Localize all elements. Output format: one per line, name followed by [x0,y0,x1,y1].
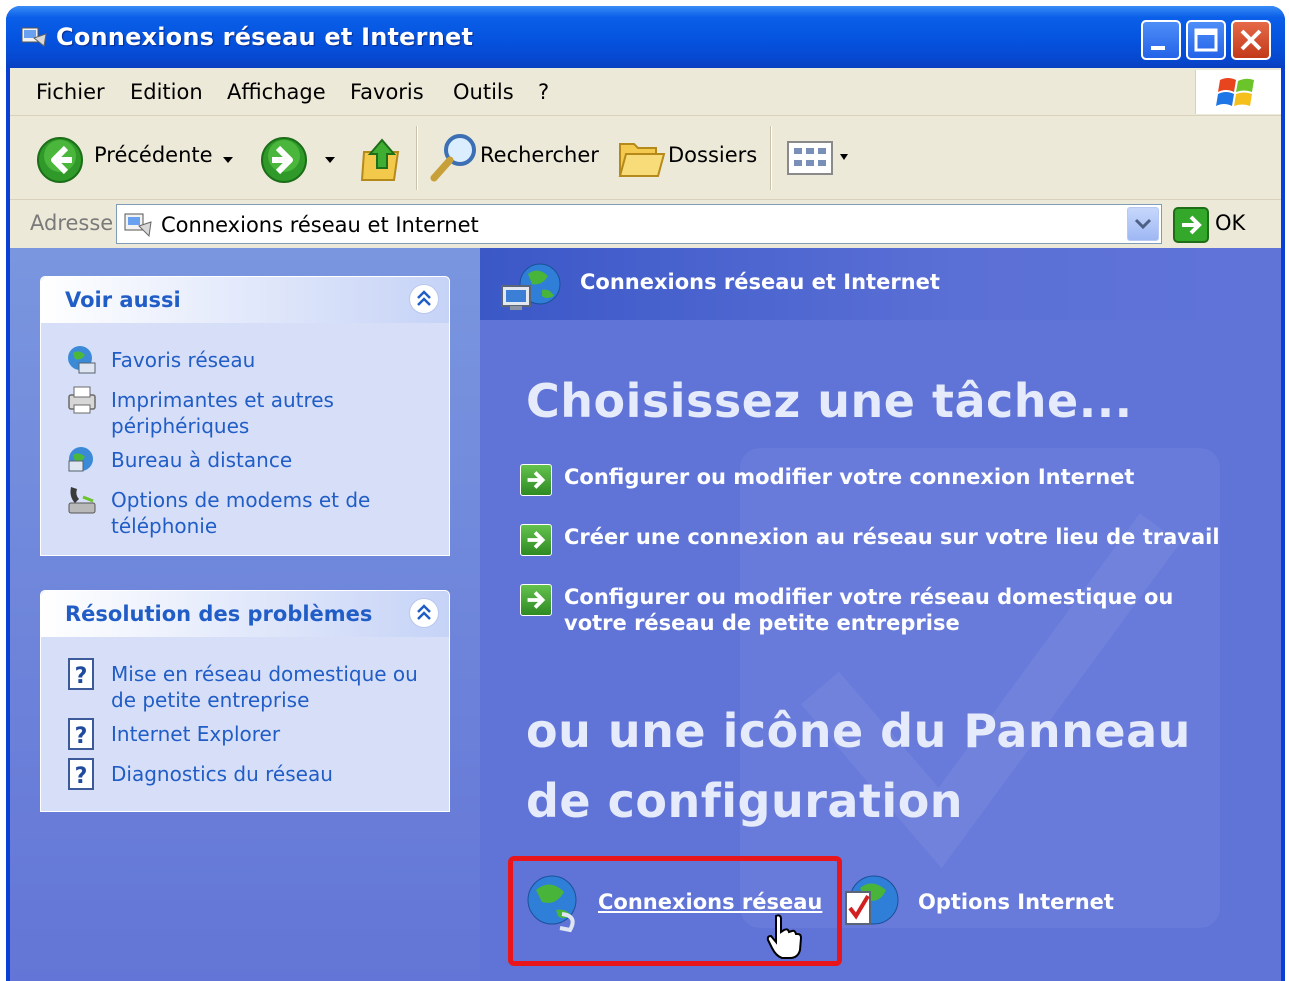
close-icon [1240,29,1262,51]
chevron-up-double-icon [417,290,431,306]
svg-text:?: ? [75,664,88,689]
address-bar: Adresse Connexions réseau et Internet OK [10,200,1281,248]
heading-control-panel-icon: ou une icône du Panneau de configuration [526,704,1191,828]
menu-affichage[interactable]: Affichage [227,80,326,104]
troubleshoot-collapse-button[interactable] [409,598,439,628]
back-arrow-icon[interactable] [36,136,84,184]
forward-dropdown-icon[interactable] [322,154,338,166]
network-connections-icon[interactable] [522,872,586,936]
heading-choose-task: Choisissez une tâche... [526,374,1133,428]
go-button[interactable]: OK [1215,211,1245,235]
address-dropdown-button[interactable] [1127,207,1159,241]
green-arrow-icon [520,584,552,616]
menu-bar: Fichier Edition Affichage Favoris Outils… [10,68,1281,116]
troubleshoot-title: Résolution des problèmes [65,602,373,626]
menu-help[interactable]: ? [538,80,549,104]
toolbar-separator [770,126,772,190]
internet-options-icon[interactable] [840,872,904,936]
chevron-up-double-icon [417,604,431,620]
section-header: Connexions réseau et Internet [480,248,1281,320]
content-area: Voir aussi Favoris réseau Imprimantes et… [10,248,1281,981]
task-configure-internet[interactable]: Configurer ou modifier votre connexion I… [564,464,1134,490]
minimize-icon [1151,46,1165,50]
green-arrow-icon [520,464,552,496]
menu-fichier[interactable]: Fichier [36,80,105,104]
maximize-button[interactable] [1186,20,1226,60]
back-dropdown-icon[interactable] [220,154,236,166]
see-also-panel: Voir aussi Favoris réseau Imprimantes et… [40,276,450,556]
title-bar[interactable]: Connexions réseau et Internet [6,6,1285,68]
task-item[interactable]: Créer une connexion au réseau sur votre … [520,524,1240,556]
back-button[interactable]: Précédente [94,143,213,167]
explorer-window: Connexions réseau et Internet Fichier Ed… [6,6,1285,981]
network-places-icon [68,346,96,374]
link-favoris-reseau[interactable]: Favoris réseau [111,347,255,373]
network-internet-icon [501,263,561,310]
connexions-reseau-link[interactable]: Connexions réseau [598,890,822,914]
minimize-button[interactable] [1141,20,1181,60]
address-value: Connexions réseau et Internet [161,213,479,237]
search-button[interactable]: Rechercher [480,143,599,167]
link-imprimantes[interactable]: Imprimantes et autres périphériques [111,387,411,439]
see-also-collapse-button[interactable] [409,284,439,314]
link-modems-telephonie[interactable]: Options de modems et de téléphonie [111,487,411,539]
maximize-icon [1194,28,1218,52]
chevron-down-icon [1134,218,1152,230]
windows-logo [1195,70,1281,114]
up-folder-icon[interactable] [358,134,404,184]
task-item[interactable]: Configurer ou modifier votre connexion I… [520,464,1240,496]
close-button[interactable] [1231,20,1271,60]
section-title: Connexions réseau et Internet [580,270,940,294]
link-internet-explorer[interactable]: Internet Explorer [111,721,280,747]
folders-icon[interactable] [616,134,666,180]
task-configure-home-network[interactable]: Configurer ou modifier votre réseau dome… [564,584,1234,636]
help-icon: ? [68,658,94,690]
menu-favoris[interactable]: Favoris [350,80,424,104]
task-create-work-connection[interactable]: Créer une connexion au réseau sur votre … [564,524,1220,550]
link-bureau-distance[interactable]: Bureau à distance [111,447,292,473]
control-panel-icon [21,27,47,47]
window-title: Connexions réseau et Internet [56,23,474,51]
svg-text:?: ? [75,764,88,789]
folders-button[interactable]: Dossiers [668,143,757,167]
toolbar: Précédente Rechercher Dossiers [10,116,1281,200]
help-icon: ? [68,758,94,790]
task-pane: Voir aussi Favoris réseau Imprimantes et… [10,248,480,981]
svg-text:?: ? [75,724,88,749]
phone-modem-icon [68,487,96,514]
control-panel-icon [124,213,152,238]
green-arrow-icon [520,524,552,556]
see-also-header[interactable]: Voir aussi [41,277,449,323]
forward-arrow-icon[interactable] [260,136,308,184]
search-icon[interactable] [428,130,482,184]
link-mise-en-reseau[interactable]: Mise en réseau domestique ou de petite e… [111,661,421,713]
printer-icon [68,386,96,414]
troubleshoot-header[interactable]: Résolution des problèmes [41,591,449,637]
toolbar-separator [416,126,418,190]
go-arrow-icon[interactable] [1172,206,1210,244]
see-also-title: Voir aussi [65,288,181,312]
views-icon[interactable] [784,138,854,178]
windows-flag-icon [1216,78,1254,106]
main-pane: Connexions réseau et Internet Choisissez… [480,248,1281,981]
remote-desktop-icon [68,447,93,472]
options-internet-link[interactable]: Options Internet [918,890,1114,914]
hand-cursor-icon [766,914,803,959]
menu-edition[interactable]: Edition [130,80,203,104]
help-icon: ? [68,718,94,750]
address-input[interactable]: Connexions réseau et Internet [116,204,1162,244]
menu-outils[interactable]: Outils [453,80,514,104]
task-item[interactable]: Configurer ou modifier votre réseau dome… [520,584,1240,636]
troubleshoot-panel: Résolution des problèmes ? Mise en résea… [40,590,450,812]
window-body: Fichier Edition Affichage Favoris Outils… [10,68,1281,981]
link-diagnostics[interactable]: Diagnostics du réseau [111,761,333,787]
address-label: Adresse [30,211,114,235]
